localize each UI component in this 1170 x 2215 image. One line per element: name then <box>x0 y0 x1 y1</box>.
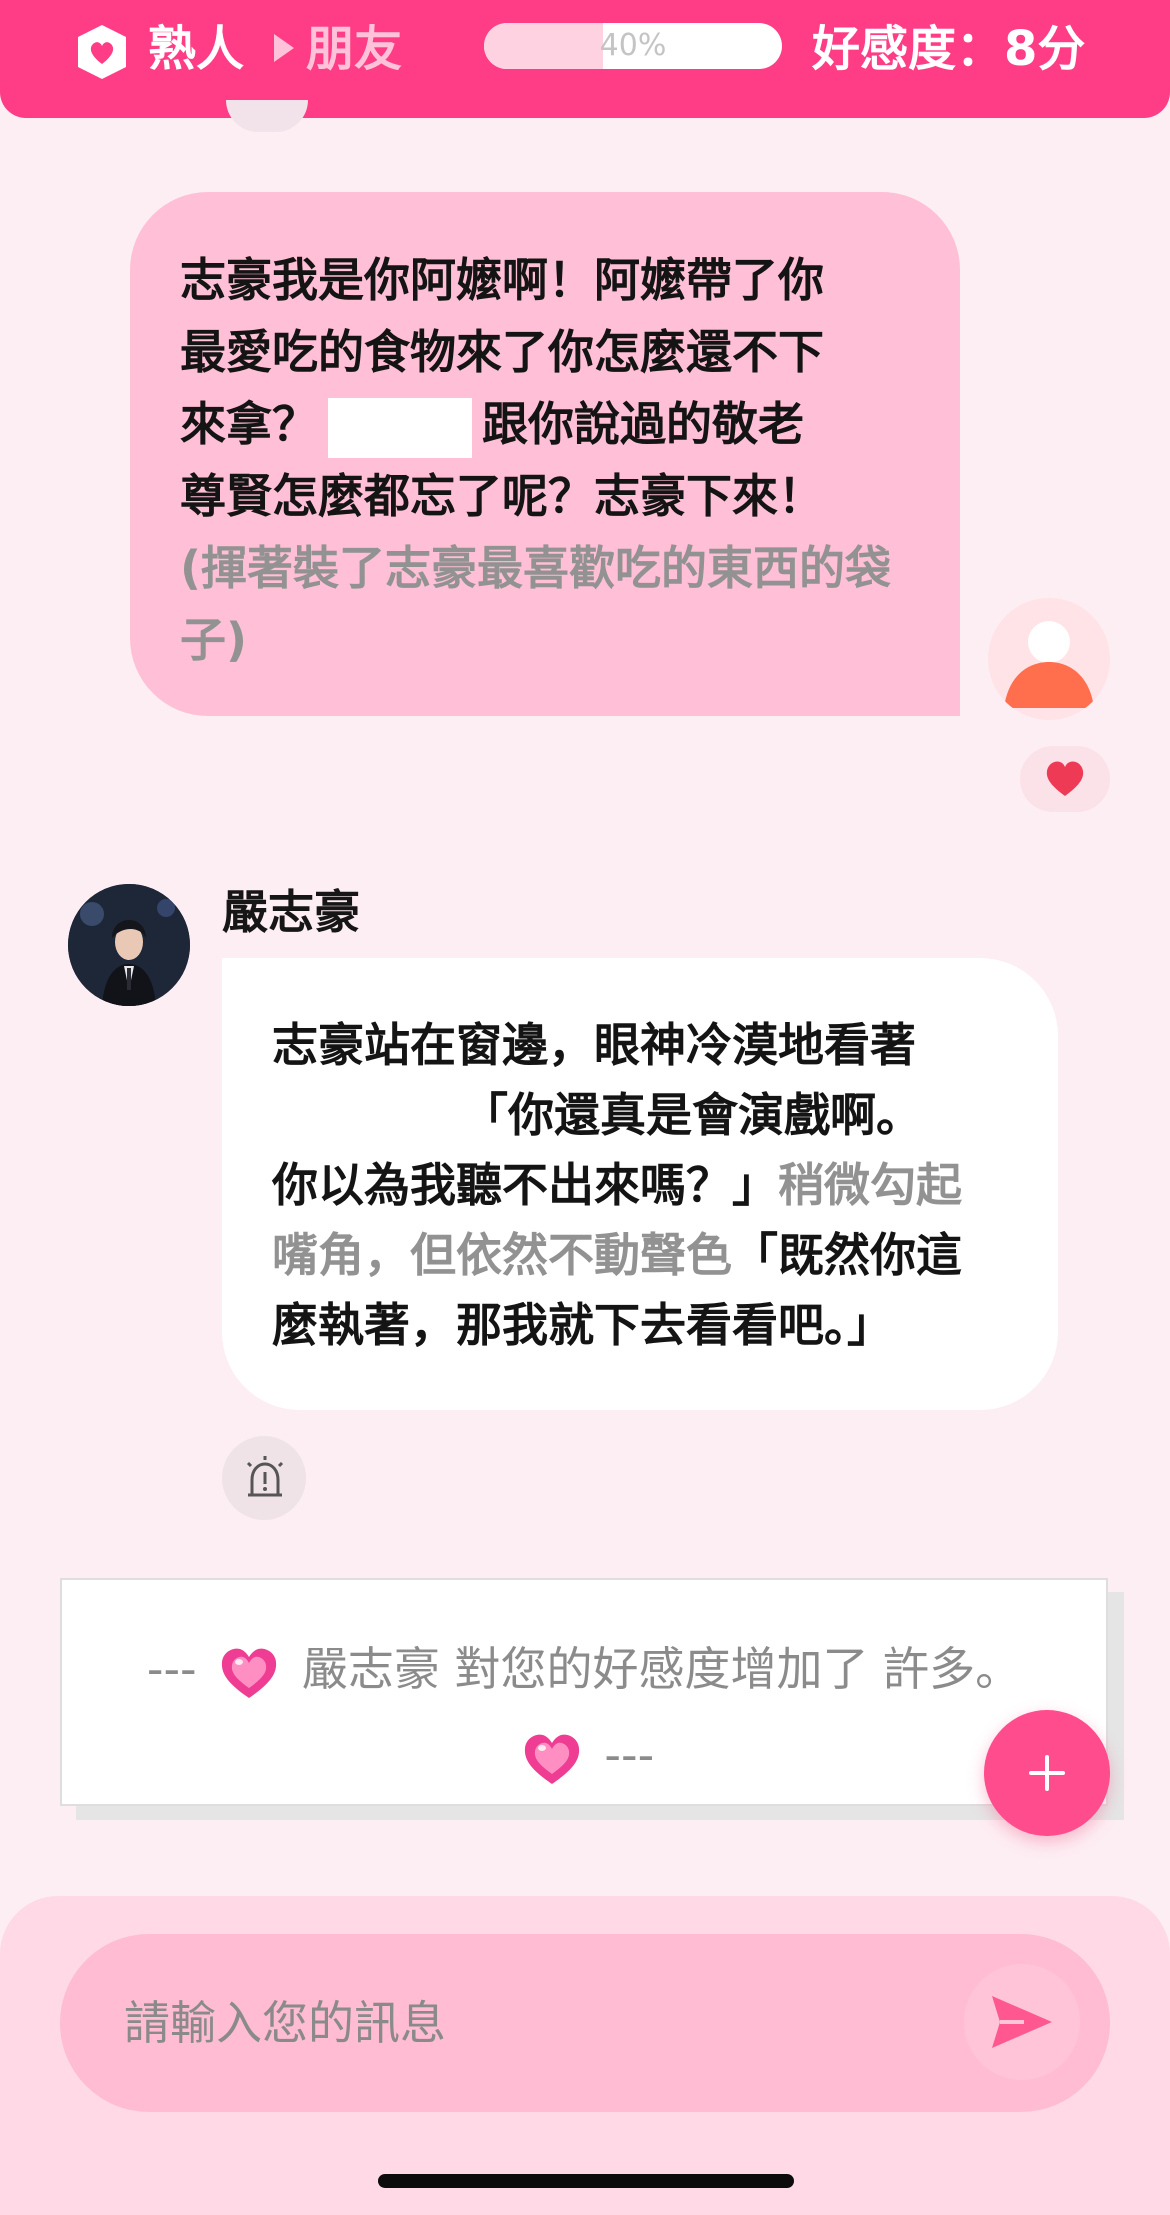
character-message-bubble: 志豪站在窗邊，眼神冷漠地看著 「你還真是會演戲啊。 你以為我聽不出來嗎？」稍微勾… <box>222 958 1058 1410</box>
relationship-next: 朋友 <box>306 21 403 77</box>
arrow-right-icon <box>274 34 294 62</box>
alarm-light-icon <box>246 1456 284 1497</box>
user-action-text: (揮著裝了志豪最喜歡吃的東西的袋子) <box>180 541 892 667</box>
message-composer <box>60 1934 1110 2112</box>
character-portrait <box>68 884 190 1006</box>
message-input[interactable] <box>124 1986 944 2060</box>
report-button[interactable] <box>222 1436 306 1520</box>
home-indicator[interactable] <box>378 2174 794 2188</box>
plus-icon <box>1029 1755 1065 1791</box>
relationship-current: 熟人 <box>148 21 245 77</box>
sparkling-heart-icon <box>524 1734 579 1784</box>
like-button[interactable] <box>1020 746 1110 812</box>
shield-heart-icon <box>78 25 126 79</box>
heart-icon <box>1046 761 1084 796</box>
sparkling-heart-icon <box>222 1648 277 1698</box>
relationship-progress-bar: 40% <box>484 23 782 69</box>
redacted-name <box>328 397 472 458</box>
character-message-text: 志豪站在窗邊，眼神冷漠地看著 「你還真是會演戲啊。 你以為我聽不出來嗎？」稍微勾… <box>272 1018 962 1352</box>
user-silhouette-icon <box>1004 621 1094 708</box>
add-button[interactable] <box>984 1710 1110 1836</box>
affinity-notice: --- 嚴志豪 對您的好感度增加了 許多。 --- <box>60 1578 1108 1806</box>
user-avatar[interactable] <box>988 598 1110 720</box>
send-button[interactable] <box>964 1964 1080 2080</box>
previous-item-edge <box>226 100 308 132</box>
user-message-bubble: 志豪我是你阿嬤啊！阿嬤帶了你 最愛吃的食物來了你怎麼還不下 來拿？ 跟你說過的敬老… <box>130 192 960 716</box>
progress-label: 40% <box>599 28 667 63</box>
send-icon <box>992 1996 1052 2048</box>
user-message-text: 志豪我是你阿嬤啊！阿嬤帶了你 最愛吃的食物來了你怎麼還不下 來拿？ 跟你說過的敬老… <box>180 253 892 667</box>
character-avatar[interactable] <box>68 884 190 1006</box>
affinity-score: 好感度：8分 <box>812 21 1086 77</box>
character-name: 嚴志豪 <box>222 885 360 939</box>
top-bar: 熟人 朋友 40% 好感度：8分 <box>0 0 1170 118</box>
redacted-name <box>272 1090 454 1147</box>
